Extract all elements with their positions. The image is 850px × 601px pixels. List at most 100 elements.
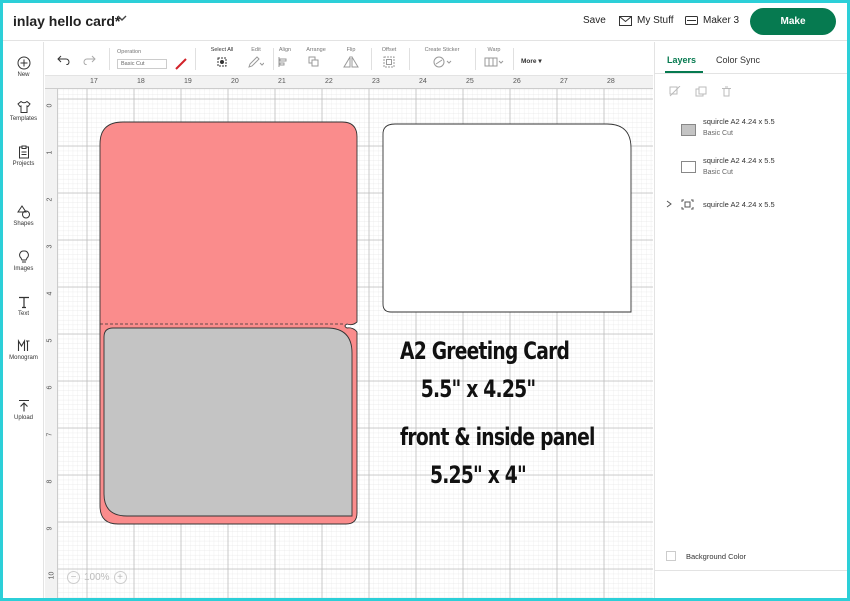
card-title-line2: 5.5" x 4.25" xyxy=(420,375,536,403)
undo-icon[interactable] xyxy=(57,55,70,65)
arrange-button[interactable]: Arrange xyxy=(301,47,331,68)
header-bar: inlay hello card* Save My Stuff Maker 3 … xyxy=(3,3,847,41)
sidebar-item-monogram[interactable]: Monogram xyxy=(3,339,44,361)
plus-icon xyxy=(17,56,30,70)
select-all-label: Select All xyxy=(210,47,234,53)
trash-icon[interactable] xyxy=(721,86,732,97)
card-title-line1: A2 Greeting Card xyxy=(400,337,570,365)
inlay-panel-shape[interactable] xyxy=(103,327,353,517)
layer-operation: Basic Cut xyxy=(703,169,733,176)
toolbar-divider xyxy=(409,48,410,70)
toolbar-divider xyxy=(273,48,274,70)
layer-name: squircle A2 4.24 x 5.5 xyxy=(703,156,775,165)
offset-label: Offset xyxy=(381,47,397,53)
edit-button[interactable]: Edit xyxy=(241,47,271,68)
toolbar-divider xyxy=(475,48,476,70)
chevron-right-icon[interactable] xyxy=(666,200,672,208)
operation-select[interactable]: Basic Cut xyxy=(117,59,167,69)
sidebar-item-label: Projects xyxy=(12,161,35,167)
monogram-icon xyxy=(17,339,29,351)
sidebar-item-new[interactable]: New xyxy=(3,56,44,78)
layer-operation: Basic Cut xyxy=(703,130,733,137)
front-panel-shape[interactable] xyxy=(382,123,632,313)
pen-color-icon[interactable] xyxy=(175,58,187,70)
shapes-icon xyxy=(16,205,30,219)
sidebar-item-label: Monogram xyxy=(9,355,38,361)
layer-name: squircle A2 4.24 x 5.5 xyxy=(703,200,775,209)
save-button[interactable]: Save xyxy=(583,15,606,26)
flip-label: Flip xyxy=(346,47,356,53)
clipboard-icon xyxy=(18,145,29,159)
sidebar-item-label: Upload xyxy=(13,415,33,421)
offset-button[interactable]: Offset xyxy=(377,47,401,68)
sidebar-item-upload[interactable]: Upload xyxy=(3,399,44,421)
my-stuff-button[interactable]: My Stuff xyxy=(619,15,674,26)
sidebar-item-projects[interactable]: Projects xyxy=(3,145,44,167)
arrange-label: Arrange xyxy=(306,47,326,53)
layer-swatch xyxy=(681,124,696,136)
sidebar-item-label: Templates xyxy=(9,116,38,122)
project-title[interactable]: inlay hello card* xyxy=(13,13,120,29)
sidebar-item-templates[interactable]: Templates xyxy=(3,100,44,122)
layers-panel: Layers Color Sync squircle A2 4.24 x 5.5… xyxy=(654,42,847,598)
sidebar-item-label: Text xyxy=(17,311,29,317)
create-sticker-label: Create Sticker xyxy=(424,47,460,53)
tab-color-sync[interactable]: Color Sync xyxy=(716,55,760,65)
pencil-icon xyxy=(248,56,264,68)
envelope-icon xyxy=(619,15,632,26)
sidebar-item-label: New xyxy=(17,72,30,78)
panel-size-line2: 5.25" x 4" xyxy=(429,461,527,489)
shirt-icon xyxy=(16,100,31,113)
zoom-in-button[interactable]: + xyxy=(113,571,127,584)
save-label: Save xyxy=(583,15,606,26)
machine-selector[interactable]: Maker 3 xyxy=(685,15,739,26)
offset-icon xyxy=(383,56,395,68)
toolbar-divider xyxy=(371,48,372,70)
text-icon xyxy=(18,296,29,309)
lightbulb-icon xyxy=(18,250,29,263)
align-label: Align xyxy=(278,47,292,53)
more-button[interactable]: More ▾ xyxy=(521,57,542,65)
app-window: inlay hello card* Save My Stuff Maker 3 … xyxy=(3,3,847,598)
more-label: More xyxy=(521,58,537,65)
tab-layers[interactable]: Layers xyxy=(667,55,696,65)
group-layer-icon xyxy=(681,199,694,210)
group-icon[interactable] xyxy=(669,86,681,97)
design-canvas[interactable]: 17 18 19 20 21 22 23 24 25 26 27 28 0 1 2 3 4 5 6 7 8 9 10 A2… xyxy=(45,76,653,598)
warp-button[interactable]: Warp xyxy=(479,47,509,68)
duplicate-icon[interactable] xyxy=(695,86,707,97)
background-color-label: Background Color xyxy=(686,551,747,561)
flip-button[interactable]: Flip xyxy=(339,47,363,68)
zoom-value: 100% xyxy=(84,572,110,583)
toolbar-divider xyxy=(109,48,110,70)
warp-label: Warp xyxy=(487,47,501,53)
sidebar-item-shapes[interactable]: Shapes xyxy=(3,205,44,227)
sidebar-item-label: Images xyxy=(13,266,34,272)
upload-icon xyxy=(18,399,29,412)
align-button[interactable]: Align xyxy=(275,47,295,68)
chevron-down-icon[interactable] xyxy=(117,12,127,26)
redo-icon[interactable] xyxy=(83,55,96,65)
sidebar-item-text[interactable]: Text xyxy=(3,295,44,317)
operation-label: Operation xyxy=(117,49,142,55)
zoom-out-button[interactable]: − xyxy=(67,571,80,584)
panel-bottom-toolbar xyxy=(655,570,847,598)
make-button[interactable]: Make xyxy=(750,8,836,35)
background-color-swatch xyxy=(666,551,676,561)
layer-swatch xyxy=(681,161,696,173)
zoom-control: − 100% + xyxy=(67,571,127,584)
sidebar-item-label: Shapes xyxy=(13,221,34,227)
panel-size-line1: front & inside panel xyxy=(400,423,595,451)
align-icon xyxy=(278,57,287,67)
select-all-button[interactable]: Select All xyxy=(205,47,239,68)
create-sticker-button[interactable]: Create Sticker xyxy=(415,47,469,68)
my-stuff-label: My Stuff xyxy=(637,15,674,26)
background-color-toggle[interactable]: Background Color xyxy=(666,551,746,561)
flip-icon xyxy=(343,56,359,68)
toolbar-divider xyxy=(513,48,514,70)
machine-icon xyxy=(685,16,698,25)
left-sidebar: New Templates Projects Shapes Images Tex… xyxy=(3,42,44,598)
edit-toolbar: Operation Basic Cut Select All Edit Alig… xyxy=(45,42,653,76)
sidebar-item-images[interactable]: Images xyxy=(3,250,44,272)
arrange-icon xyxy=(308,56,319,67)
